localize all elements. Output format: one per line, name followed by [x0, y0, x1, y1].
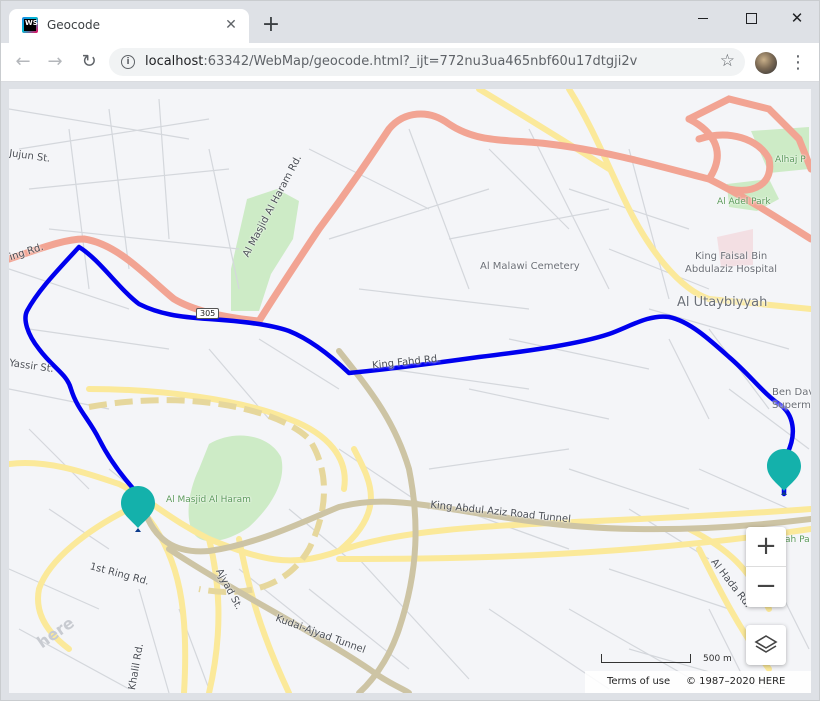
tab-close-icon[interactable]: ✕	[223, 17, 239, 33]
map-layers-button[interactable]	[746, 625, 786, 665]
label-alhaj-park: Alhaj P	[775, 155, 806, 165]
map-layer	[9, 89, 811, 693]
park-haram	[188, 435, 283, 542]
route-end-marker[interactable]	[765, 447, 803, 499]
address-bar[interactable]: i localhost:63342/WebMap/geocode.html?_i…	[109, 48, 745, 76]
tab-geocode[interactable]: WS Geocode ✕	[9, 9, 249, 43]
url-text[interactable]: localhost:63342/WebMap/geocode.html?_ijt…	[145, 54, 637, 69]
browser-window: WS Geocode ✕ + ✕ ← → ↻ i localhost:63342…	[0, 0, 820, 701]
label-al-malawi-cemetery: Al Malawi Cemetery	[480, 261, 580, 272]
label-al-masjid-al-haram: Al Masjid Al Haram	[166, 495, 251, 505]
new-tab-button[interactable]: +	[259, 13, 283, 37]
arrow-right-icon: →	[47, 51, 63, 72]
label-hospital-line1: King Faisal Bin	[695, 251, 768, 262]
route-start-marker[interactable]	[119, 484, 157, 536]
route-shield-305: 305	[196, 308, 220, 319]
maximize-icon	[746, 13, 757, 24]
copyright-text: © 1987–2020 HERE	[686, 676, 786, 687]
back-button[interactable]: ←	[9, 49, 37, 75]
webstorm-favicon-icon: WS	[22, 17, 38, 33]
reload-icon: ↻	[81, 51, 97, 72]
label-ben-dawood-line1: Ben Dav	[772, 387, 811, 398]
arterial-roads	[9, 89, 811, 693]
label-al-adel-park: Al Adel Park	[717, 197, 771, 207]
favicon-text: WS	[24, 19, 38, 31]
label-al-utaybiyyah: Al Utaybiyyah	[677, 295, 768, 310]
zoom-in-button[interactable]: +	[746, 527, 786, 567]
tab-title: Geocode	[47, 18, 100, 32]
profile-avatar[interactable]	[755, 52, 777, 74]
scale-bar	[601, 654, 691, 663]
menu-dots-icon[interactable]: ⋮	[789, 51, 807, 75]
layers-icon	[754, 635, 778, 653]
minimize-button[interactable]	[681, 5, 725, 31]
label-hospital-line2: Abdulaziz Hospital	[685, 264, 778, 275]
map-canvas[interactable]: Al Utaybiyyah Al Malawi Cemetery King Fa…	[9, 89, 811, 693]
close-icon: ✕	[790, 9, 804, 27]
reload-button[interactable]: ↻	[75, 49, 103, 75]
info-icon[interactable]: i	[121, 55, 135, 69]
maximize-button[interactable]	[729, 5, 773, 31]
arrow-left-icon: ←	[15, 51, 31, 72]
terms-of-use-link[interactable]: Terms of use	[607, 676, 670, 687]
map-footer: Terms of use © 1987–2020 HERE	[585, 671, 811, 693]
zoom-out-button[interactable]: −	[746, 567, 786, 607]
bookmark-star-icon[interactable]: ☆	[720, 51, 735, 71]
browser-toolbar: ← → ↻ i localhost:63342/WebMap/geocode.h…	[1, 43, 819, 82]
minimize-icon	[698, 18, 708, 19]
forward-button[interactable]: →	[41, 49, 69, 75]
url-path: :63342/WebMap/geocode.html?_ijt=772nu3ua…	[203, 54, 638, 69]
label-ah-park: ah Pa	[785, 535, 810, 545]
label-ben-dawood-line2: Supermi	[772, 400, 811, 411]
scale-label: 500 m	[703, 654, 732, 664]
tab-strip: WS Geocode ✕ + ✕	[1, 1, 819, 43]
url-host: localhost	[145, 54, 204, 69]
zoom-control: + −	[746, 527, 786, 607]
close-window-button[interactable]: ✕	[775, 5, 819, 31]
